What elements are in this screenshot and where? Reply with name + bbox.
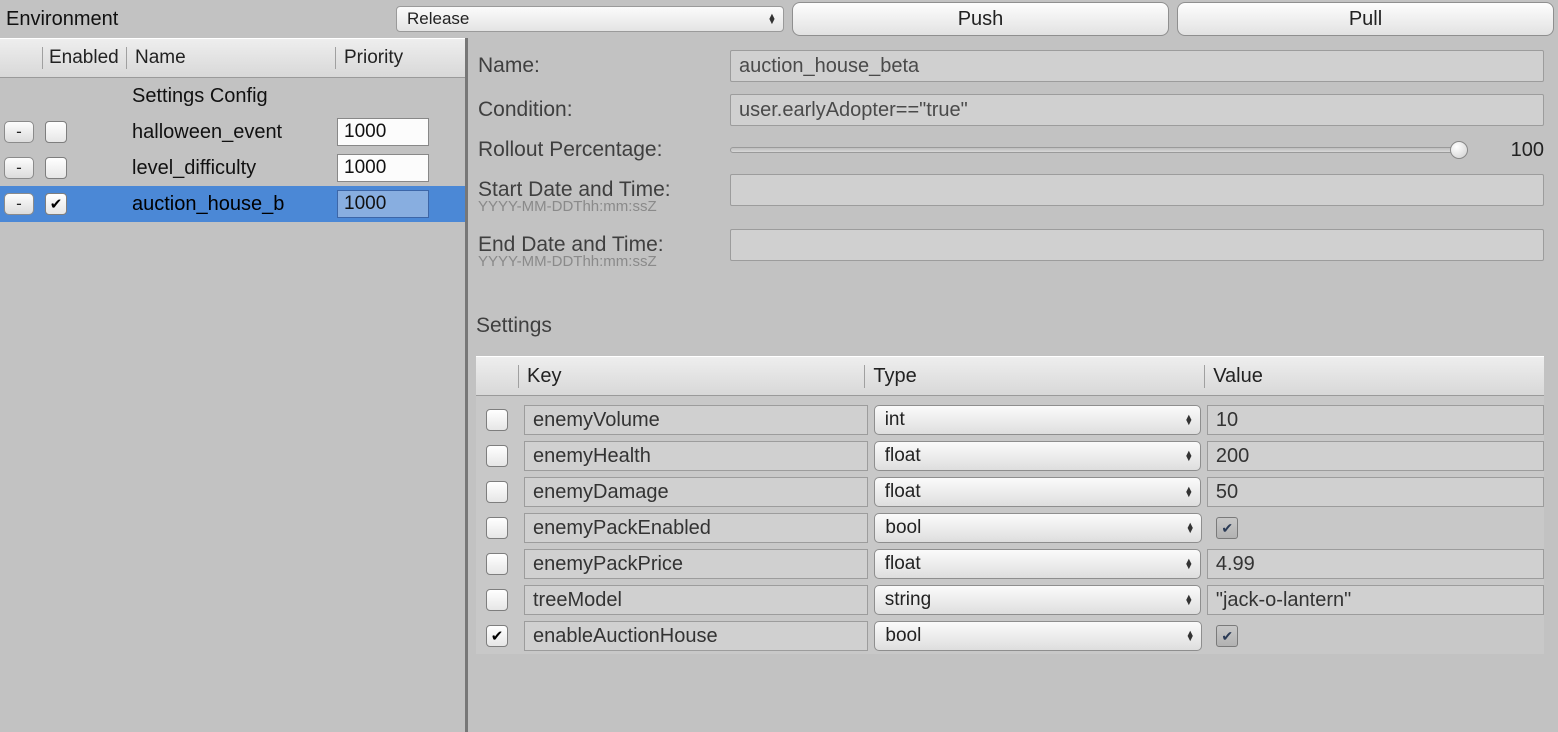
select-arrows-icon: ▲▼ [767,14,777,24]
rollout-slider-thumb[interactable] [1450,141,1468,159]
settings-row: enemyHealthfloat▲▼200 [476,438,1544,474]
settings-table: Key Type Value enemyVolumeint▲▼10enemyHe… [476,356,1544,654]
setting-key-field[interactable]: enemyVolume [524,405,868,435]
setting-key-field[interactable]: enemyDamage [524,477,868,507]
remove-row-button[interactable]: - [4,121,34,143]
setting-bool-checkbox[interactable] [1216,625,1238,647]
rollout-slider[interactable] [730,147,1460,153]
rollout-value: 100 [1484,139,1544,162]
setting-type-select[interactable]: bool▲▼ [874,513,1202,543]
setting-type-select[interactable]: float▲▼ [874,477,1201,507]
select-arrows-icon: ▲▼ [1184,487,1194,497]
select-arrows-icon: ▲▼ [1185,523,1195,533]
enabled-checkbox[interactable] [45,193,67,215]
setting-row-checkbox[interactable] [486,445,508,467]
setting-key-field[interactable]: enemyHealth [524,441,868,471]
setting-type-select[interactable]: string▲▼ [874,585,1201,615]
column-priority[interactable]: Priority [335,47,465,69]
setting-value-field[interactable]: 10 [1207,405,1544,435]
setting-type-select[interactable]: float▲▼ [874,441,1201,471]
select-arrows-icon: ▲▼ [1184,595,1194,605]
main-split: Enabled Name Priority Settings Config - h… [0,38,1558,732]
settings-table-header: Key Type Value [476,356,1544,396]
start-date-field[interactable] [730,174,1544,206]
settings-row: enemyDamagefloat▲▼50 [476,474,1544,510]
priority-input[interactable] [337,154,429,182]
settings-table-body: enemyVolumeint▲▼10enemyHealthfloat▲▼200e… [476,396,1544,654]
column-key[interactable]: Key [518,365,864,388]
column-value[interactable]: Value [1204,365,1544,388]
setting-row-checkbox[interactable] [486,625,508,647]
detail-panel: Name: auction_house_beta Condition: user… [468,38,1558,732]
name-row: Name: auction_house_beta [476,50,1544,82]
config-list-panel: Enabled Name Priority Settings Config - h… [0,38,465,732]
condition-label: Condition: [476,98,730,122]
setting-value-field[interactable]: "jack-o-lantern" [1207,585,1544,615]
environment-select-value: Release [407,9,469,29]
select-arrows-icon: ▲▼ [1184,415,1194,425]
setting-key-field[interactable]: treeModel [524,585,868,615]
setting-type-select[interactable]: float▲▼ [874,549,1201,579]
config-list-body: Settings Config - halloween_event - level_d… [0,78,465,222]
end-date-field[interactable] [730,229,1544,261]
name-field[interactable]: auction_house_beta [730,50,1544,82]
settings-row: enemyVolumeint▲▼10 [476,402,1544,438]
setting-type-select[interactable]: bool▲▼ [874,621,1202,651]
setting-value-cell [1208,513,1544,543]
priority-input[interactable] [337,118,429,146]
condition-row: Condition: user.earlyAdopter=="true" [476,94,1544,126]
select-arrows-icon: ▲▼ [1185,631,1195,641]
setting-value-cell [1208,621,1544,651]
setting-type-select[interactable]: int▲▼ [874,405,1201,435]
config-row-name: auction_house_b [76,193,337,216]
setting-bool-checkbox[interactable] [1216,517,1238,539]
column-name[interactable]: Name [126,47,335,69]
setting-row-checkbox[interactable] [486,553,508,575]
setting-key-field[interactable]: enemyPackPrice [524,549,868,579]
enabled-checkbox[interactable] [45,121,67,143]
config-group-label: Settings Config [76,85,337,108]
select-arrows-icon: ▲▼ [1184,451,1194,461]
setting-row-checkbox[interactable] [486,409,508,431]
setting-value-field[interactable]: 200 [1207,441,1544,471]
config-row[interactable]: - auction_house_b [0,186,465,222]
settings-row: enemyPackPricefloat▲▼4.99 [476,546,1544,582]
settings-row: enemyPackEnabledbool▲▼ [476,510,1544,546]
setting-value-field[interactable]: 4.99 [1207,549,1544,579]
name-label: Name: [476,54,730,78]
rollout-label: Rollout Percentage: [476,138,730,162]
setting-row-checkbox[interactable] [486,481,508,503]
setting-key-field[interactable]: enableAuctionHouse [524,621,868,651]
environment-select[interactable]: Release ▲▼ [396,6,784,32]
column-type[interactable]: Type [864,365,1204,388]
setting-value-field[interactable]: 50 [1207,477,1544,507]
config-row[interactable]: - halloween_event [0,114,465,150]
remove-row-button[interactable]: - [4,193,34,215]
push-button[interactable]: Push [792,2,1169,36]
priority-input[interactable] [337,190,429,218]
rollout-slider-wrap: 100 [730,139,1544,162]
column-enabled[interactable]: Enabled [42,47,126,69]
remove-row-button[interactable]: - [4,157,34,179]
top-bar: Environment Release ▲▼ Push Pull [0,0,1558,38]
environment-label: Environment [0,8,388,31]
config-row-name: halloween_event [76,121,337,144]
config-list-header: Enabled Name Priority [0,38,465,78]
select-arrows-icon: ▲▼ [1184,559,1194,569]
pull-button[interactable]: Pull [1177,2,1554,36]
config-row-name: level_difficulty [76,157,337,180]
settings-section-title: Settings [476,314,1544,338]
config-row[interactable]: - level_difficulty [0,150,465,186]
setting-key-field[interactable]: enemyPackEnabled [524,513,868,543]
settings-row: enableAuctionHousebool▲▼ [476,618,1544,654]
rollout-row: Rollout Percentage: 100 [476,138,1544,162]
enabled-checkbox[interactable] [45,157,67,179]
setting-row-checkbox[interactable] [486,517,508,539]
settings-row: treeModelstring▲▼"jack-o-lantern" [476,582,1544,618]
setting-row-checkbox[interactable] [486,589,508,611]
config-group-row[interactable]: Settings Config [0,78,465,114]
condition-field[interactable]: user.earlyAdopter=="true" [730,94,1544,126]
